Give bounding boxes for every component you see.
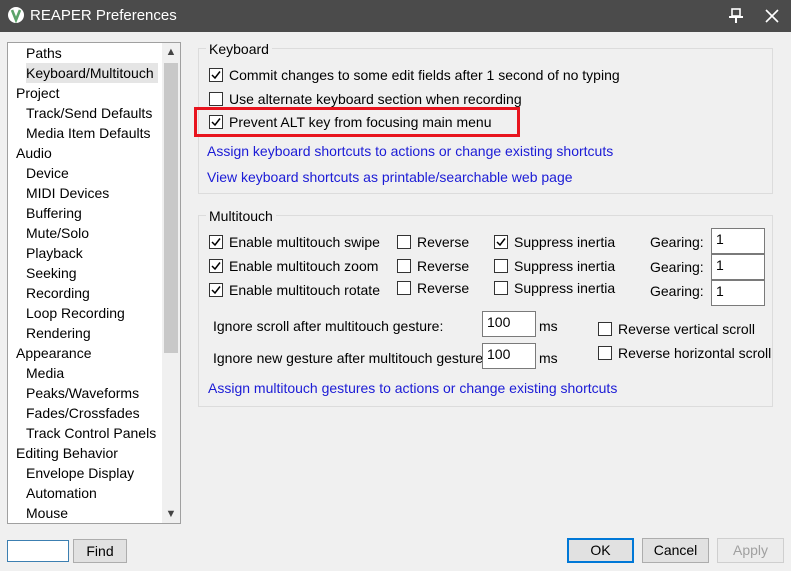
checkmark-icon: [211, 262, 221, 271]
rotate-reverse-label: Reverse: [417, 280, 470, 296]
tree-item-buffering[interactable]: Buffering: [26, 203, 82, 223]
tree-item-keyboard-multitouch[interactable]: Keyboard/Multitouch: [26, 63, 158, 83]
ignore-new-input[interactable]: 100: [482, 343, 536, 369]
highlight-box: [194, 107, 520, 137]
tree-item-peaks-waveforms[interactable]: Peaks/Waveforms: [26, 383, 139, 403]
tree-item-audio[interactable]: Audio: [16, 143, 52, 163]
reaper-logo-icon: [8, 7, 24, 23]
tree-item-paths[interactable]: Paths: [26, 43, 62, 63]
swipe-suppress-inertia-checkbox[interactable]: [494, 235, 508, 249]
tree-item-project[interactable]: Project: [16, 83, 60, 103]
enable-swipe-label: Enable multitouch swipe: [229, 234, 380, 250]
scroll-up-icon[interactable]: ▲: [162, 43, 180, 61]
ok-button[interactable]: OK: [567, 538, 634, 563]
tree-item-loop-recording[interactable]: Loop Recording: [26, 303, 125, 323]
zoom-suppress-inertia-label: Suppress inertia: [514, 258, 616, 274]
swipe-reverse-label: Reverse: [417, 234, 470, 250]
enable-rotate-checkbox[interactable]: [209, 283, 223, 297]
find-input[interactable]: [7, 540, 69, 562]
tree-item-mute-solo[interactable]: Mute/Solo: [26, 223, 89, 243]
preferences-tree[interactable]: Mouse Automation Envelope Display Editing B…: [7, 42, 181, 524]
tree-item-track-control-panels[interactable]: Track Control Panels: [26, 423, 156, 443]
tree-item-envelope-display[interactable]: Envelope Display: [26, 463, 134, 483]
rotate-reverse-checkbox[interactable]: [397, 281, 411, 295]
tree-item-device[interactable]: Device: [26, 163, 69, 183]
ignore-scroll-label: Ignore scroll after multitouch gesture:: [213, 318, 444, 334]
assign-multitouch-gestures-link[interactable]: Assign multitouch gestures to actions or…: [208, 379, 617, 397]
assign-keyboard-shortcuts-link[interactable]: Assign keyboard shortcuts to actions or …: [207, 142, 613, 160]
reverse-horizontal-scroll-checkbox[interactable]: [598, 346, 612, 360]
zoom-reverse-label: Reverse: [417, 258, 470, 274]
pin-icon[interactable]: [726, 7, 746, 25]
checkmark-icon: [496, 238, 506, 247]
close-icon[interactable]: [760, 4, 784, 28]
rotate-gearing-input[interactable]: 1: [711, 280, 765, 306]
swipe-reverse-checkbox[interactable]: [397, 235, 411, 249]
window-title: REAPER Preferences: [30, 7, 177, 24]
tree-item-mouse[interactable]: Mouse: [26, 503, 68, 523]
alternate-section-checkbox[interactable]: [209, 92, 223, 106]
rotate-suppress-inertia-label: Suppress inertia: [514, 280, 616, 296]
tree-scrollbar[interactable]: ▲ ▼: [162, 43, 180, 523]
zoom-reverse-checkbox[interactable]: [397, 259, 411, 273]
ignore-scroll-unit: ms: [539, 318, 558, 334]
tree-item-recording[interactable]: Recording: [26, 283, 90, 303]
reverse-vertical-scroll-label: Reverse vertical scroll: [618, 321, 755, 337]
keyboard-group-title: Keyboard: [206, 41, 272, 57]
tree-item-track-send-defaults[interactable]: Track/Send Defaults: [26, 103, 152, 123]
alternate-section-label: Use alternate keyboard section when reco…: [229, 91, 522, 107]
scroll-thumb[interactable]: [164, 63, 178, 353]
scroll-down-icon[interactable]: ▼: [162, 505, 180, 523]
tree-item-media[interactable]: Media: [26, 363, 64, 383]
tree-item-editing-behavior[interactable]: Editing Behavior: [16, 443, 118, 463]
apply-button[interactable]: Apply: [717, 538, 784, 563]
tree-item-playback[interactable]: Playback: [26, 243, 83, 263]
tree-item-seeking[interactable]: Seeking: [26, 263, 77, 283]
tree-item-automation[interactable]: Automation: [26, 483, 97, 503]
ignore-scroll-input[interactable]: 100: [482, 311, 536, 337]
reverse-horizontal-scroll-label: Reverse horizontal scroll: [618, 345, 772, 361]
zoom-suppress-inertia-checkbox[interactable]: [494, 259, 508, 273]
enable-zoom-checkbox[interactable]: [209, 259, 223, 273]
enable-zoom-label: Enable multitouch zoom: [229, 258, 379, 274]
zoom-gearing-input[interactable]: 1: [711, 254, 765, 280]
reverse-vertical-scroll-checkbox[interactable]: [598, 322, 612, 336]
swipe-gearing-input[interactable]: 1: [711, 228, 765, 254]
find-button[interactable]: Find: [73, 539, 127, 563]
checkmark-icon: [211, 238, 221, 247]
swipe-suppress-inertia-label: Suppress inertia: [514, 234, 616, 250]
checkmark-icon: [211, 286, 221, 295]
enable-rotate-label: Enable multitouch rotate: [229, 282, 380, 298]
rotate-suppress-inertia-checkbox[interactable]: [494, 281, 508, 295]
tree-item-midi-devices[interactable]: MIDI Devices: [26, 183, 109, 203]
title-bar: REAPER Preferences: [0, 0, 791, 32]
tree-item-fades-crossfades[interactable]: Fades/Crossfades: [26, 403, 140, 423]
checkmark-icon: [211, 71, 221, 80]
tree-item-rendering[interactable]: Rendering: [26, 323, 91, 343]
tree-item-media-item-defaults[interactable]: Media Item Defaults: [26, 123, 151, 143]
ignore-new-label: Ignore new gesture after multitouch gest…: [213, 350, 487, 366]
view-keyboard-shortcuts-link[interactable]: View keyboard shortcuts as printable/sea…: [207, 168, 573, 186]
rotate-gearing-label: Gearing:: [650, 283, 704, 299]
ignore-new-unit: ms: [539, 350, 558, 366]
cancel-button[interactable]: Cancel: [642, 538, 709, 563]
swipe-gearing-label: Gearing:: [650, 234, 704, 250]
zoom-gearing-label: Gearing:: [650, 259, 704, 275]
multitouch-group-title: Multitouch: [206, 208, 276, 224]
enable-swipe-checkbox[interactable]: [209, 235, 223, 249]
commit-changes-label: Commit changes to some edit fields after…: [229, 67, 620, 83]
tree-item-appearance[interactable]: Appearance: [16, 343, 92, 363]
commit-changes-checkbox[interactable]: [209, 68, 223, 82]
